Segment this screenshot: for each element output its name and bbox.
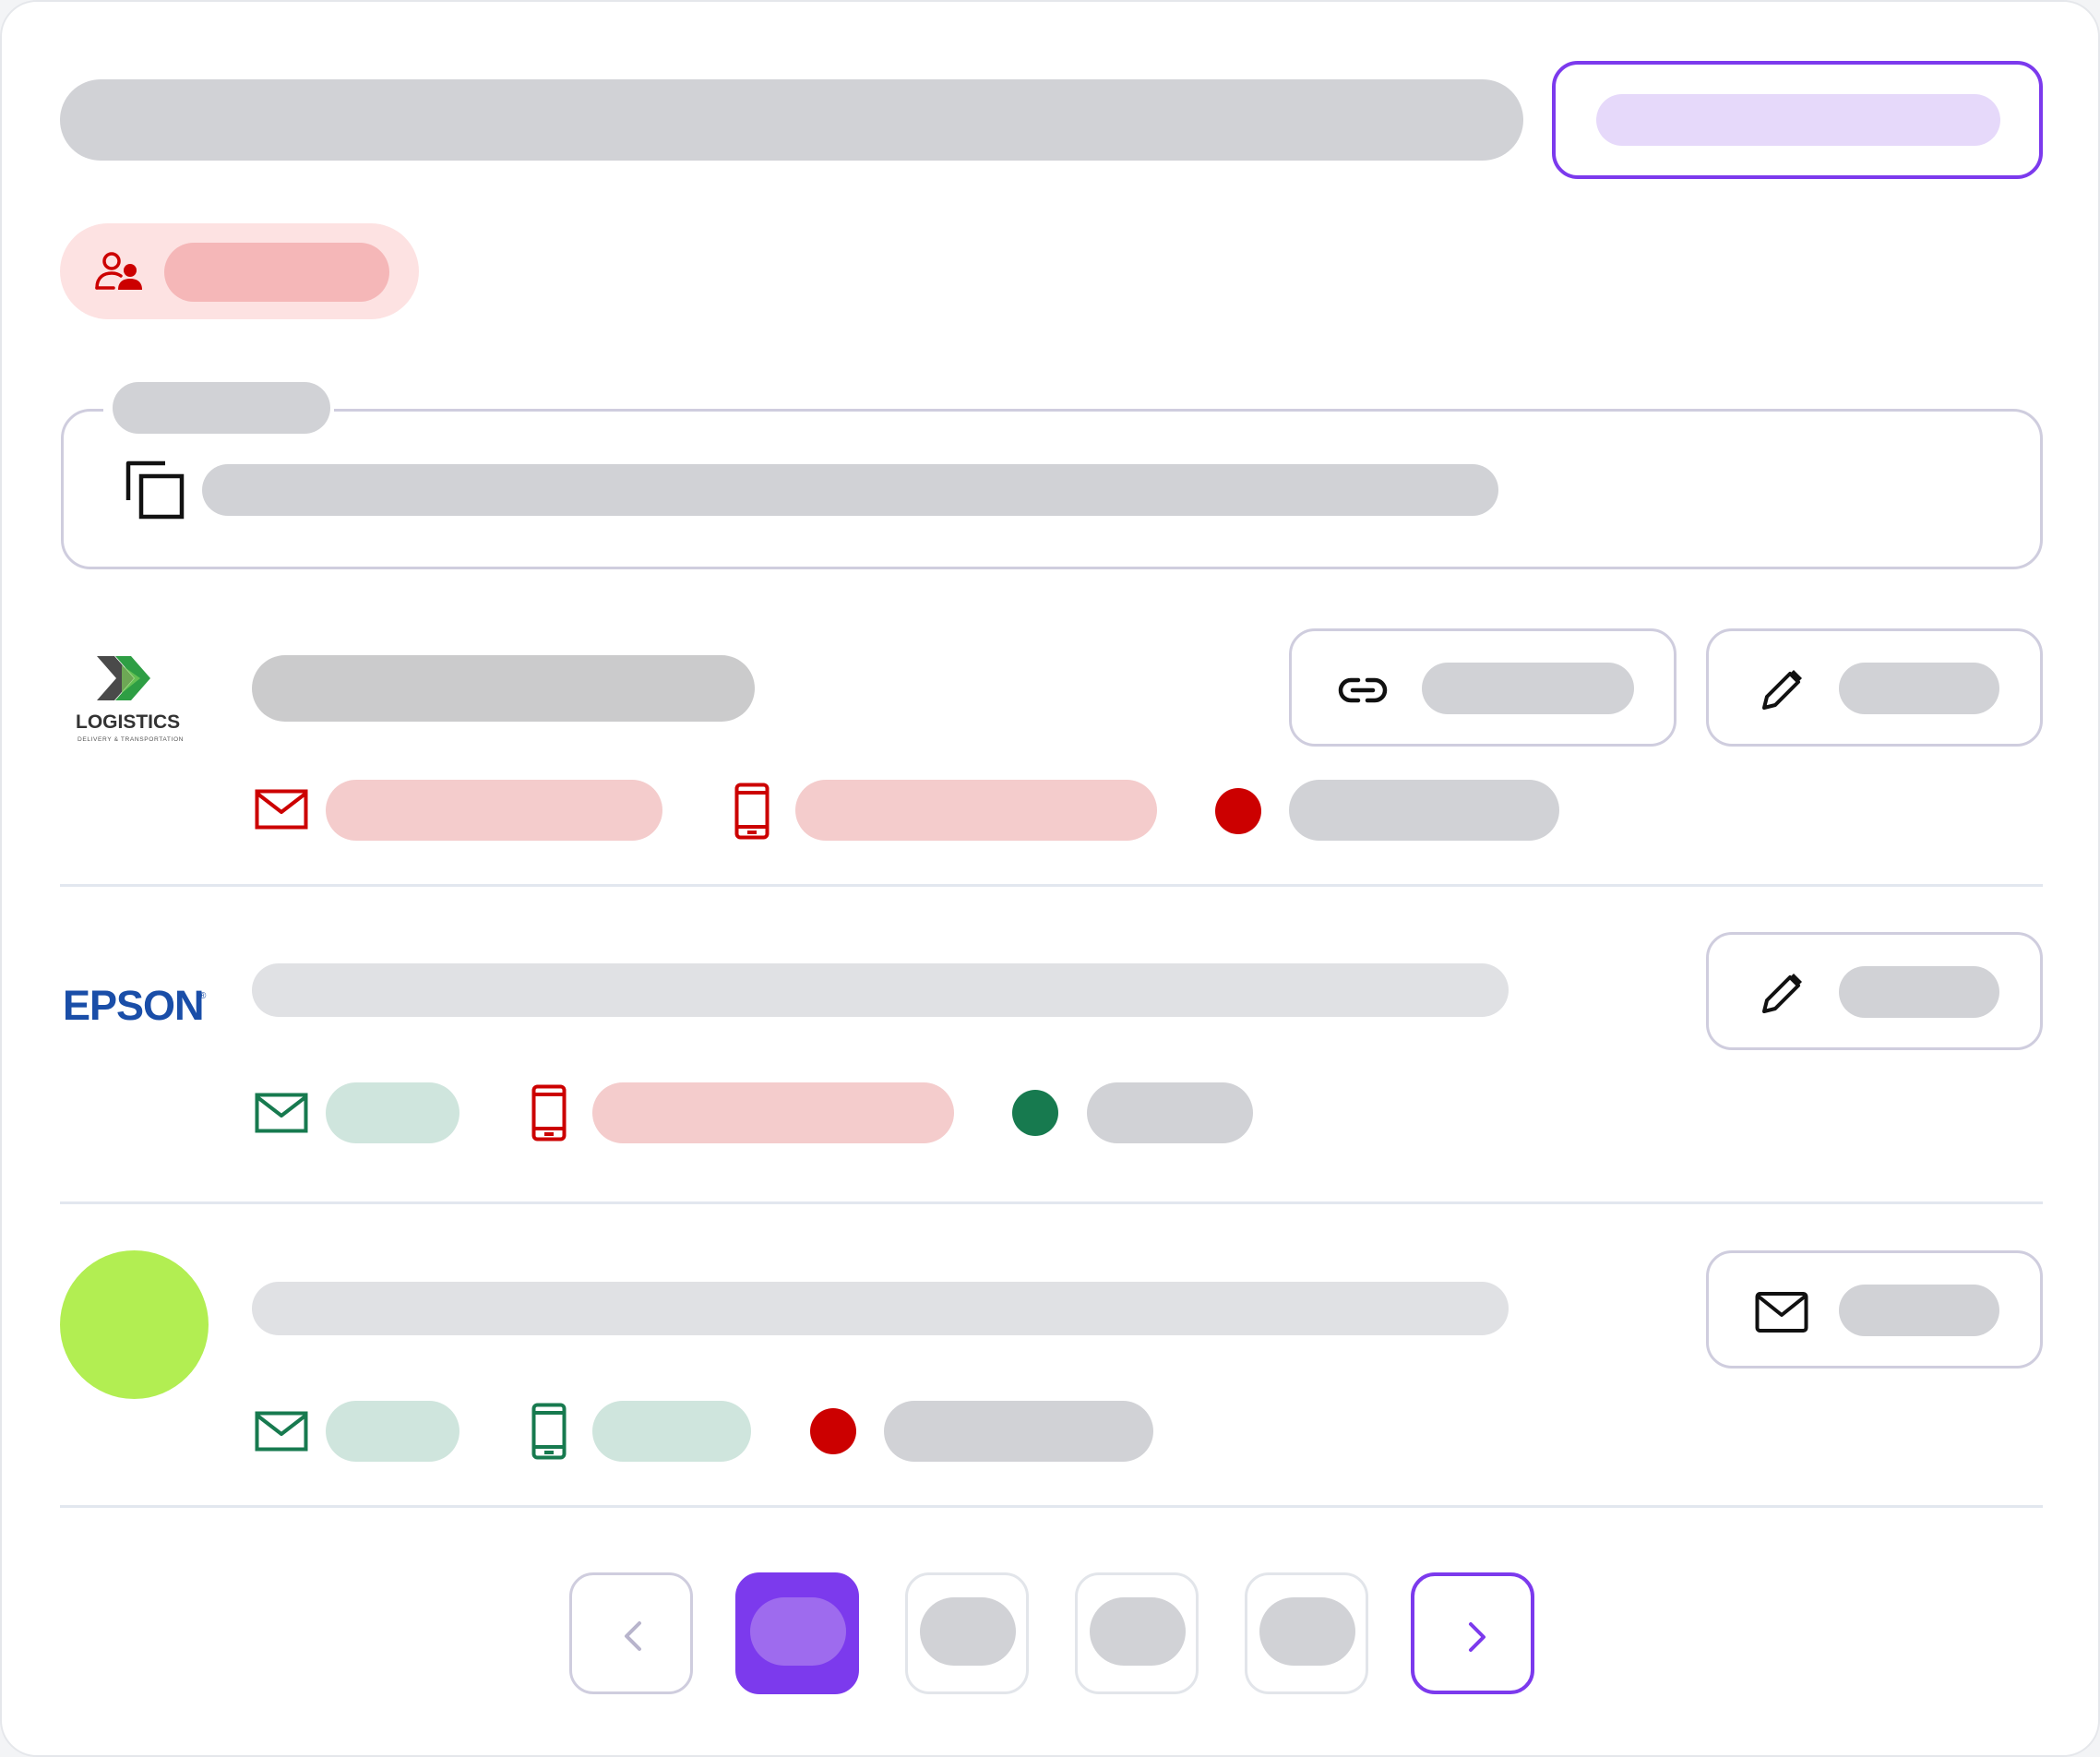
status-label — [1087, 1082, 1253, 1143]
logistics-logo: LOGISTICS DELIVERY & TRANSPORTATION — [74, 652, 203, 750]
share-link-legend — [103, 378, 334, 436]
contact-email — [326, 780, 662, 841]
page-label — [920, 1597, 1016, 1666]
page-label — [1259, 1597, 1355, 1666]
primary-action-label — [1596, 94, 2000, 146]
pagination-page-3[interactable] — [1075, 1572, 1199, 1694]
mail-icon — [255, 1411, 308, 1452]
pagination-page-1[interactable] — [735, 1572, 859, 1694]
pencil-icon — [1762, 974, 1802, 1013]
page-label — [1090, 1597, 1186, 1666]
contact-phone — [592, 1401, 751, 1462]
share-link-field[interactable] — [61, 409, 2043, 569]
send-email-button[interactable] — [1706, 1250, 2043, 1369]
contact-phone — [795, 780, 1157, 841]
phone-icon — [531, 1084, 567, 1141]
send-email-label — [1839, 1285, 1999, 1336]
row-divider — [60, 884, 2043, 887]
pagination-next-button[interactable] — [1411, 1572, 1534, 1694]
contact-name — [252, 963, 1509, 1017]
copy-icon[interactable] — [123, 458, 187, 522]
filter-chip-label — [164, 243, 389, 302]
edit-label — [1839, 663, 1999, 714]
share-link-legend-label — [113, 382, 330, 434]
mail-icon — [255, 789, 308, 830]
status-dot — [810, 1408, 856, 1454]
copy-link-label — [1422, 663, 1634, 714]
mail-icon — [1755, 1292, 1808, 1333]
contact-email — [326, 1401, 459, 1462]
avatar — [60, 1250, 209, 1399]
contact-phone — [592, 1082, 954, 1143]
contacts-card: LOGISTICS DELIVERY & TRANSPORTATION EPSO… — [0, 0, 2100, 1757]
search-input[interactable] — [60, 79, 1523, 161]
chevron-left-icon — [625, 1621, 641, 1651]
pagination-prev-button[interactable] — [569, 1572, 693, 1694]
status-label — [884, 1401, 1153, 1462]
epson-logo-text: EPSON — [63, 982, 204, 1028]
pagination-page-4[interactable] — [1245, 1572, 1368, 1694]
chevron-right-icon — [1469, 1622, 1486, 1652]
filter-chip[interactable] — [60, 223, 419, 319]
contact-email — [326, 1082, 459, 1143]
phone-icon — [734, 783, 770, 840]
contact-name — [252, 1282, 1509, 1335]
status-label — [1289, 780, 1559, 841]
logistics-logo-subtext: DELIVERY & TRANSPORTATION — [78, 736, 184, 743]
link-icon — [1338, 677, 1388, 703]
row-divider — [60, 1201, 2043, 1204]
edit-button[interactable] — [1706, 628, 2043, 747]
page-label — [750, 1597, 846, 1666]
edit-label — [1839, 966, 1999, 1018]
phone-icon — [531, 1403, 567, 1460]
status-dot — [1215, 788, 1261, 834]
contact-name — [252, 655, 755, 722]
user-group-icon — [95, 252, 142, 290]
pencil-icon — [1762, 670, 1802, 710]
svg-text:®: ® — [199, 991, 207, 1001]
logistics-logo-text: LOGISTICS — [76, 711, 180, 733]
primary-action-button[interactable] — [1552, 61, 2043, 179]
pagination-page-2[interactable] — [905, 1572, 1029, 1694]
copy-link-button[interactable] — [1289, 628, 1676, 747]
status-dot — [1012, 1090, 1058, 1136]
mail-icon — [255, 1093, 308, 1133]
epson-logo: EPSON ® — [63, 982, 210, 1029]
edit-button[interactable] — [1706, 932, 2043, 1050]
row-divider — [60, 1505, 2043, 1508]
share-link-value — [202, 464, 1498, 516]
